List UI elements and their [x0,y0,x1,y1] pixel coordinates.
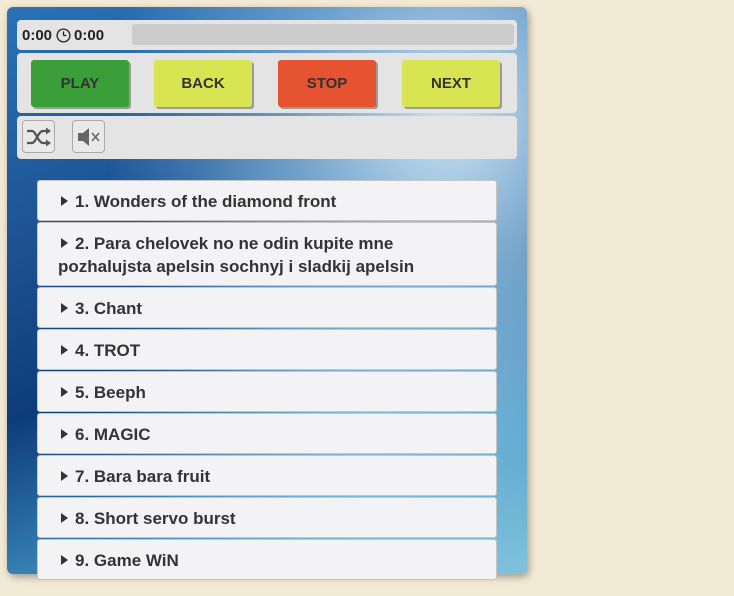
playlist-item-label: 6. MAGIC [75,425,151,444]
shuffle-icon [27,127,51,146]
playlist-item[interactable]: 8. Short servo burst [37,497,497,538]
total-time: 0:00 [74,27,105,44]
playlist-item-label: 4. TROT [75,341,141,360]
play-arrow-icon [61,345,68,355]
play-arrow-icon [61,513,68,523]
current-time: 0:00 [22,27,53,44]
mute-icon [77,127,100,146]
playlist-item-label: 5. Beeph [75,383,146,402]
playlist: 1. Wonders of the diamond front 2. Para c… [37,180,497,581]
play-arrow-icon [61,238,68,248]
playlist-item-label: 3. Chant [75,299,143,318]
playlist-item-label: 9. Game WiN [75,551,179,570]
back-button[interactable]: BACK [154,60,252,107]
play-arrow-icon [61,196,68,206]
play-arrow-icon [61,429,68,439]
play-arrow-icon [61,471,68,481]
playlist-item[interactable]: 7. Bara bara fruit [37,455,497,496]
shuffle-button[interactable] [22,120,55,153]
playlist-item-label: 7. Bara bara fruit [75,467,211,486]
play-arrow-icon [61,555,68,565]
stop-button[interactable]: STOP [278,60,376,107]
playlist-item-label: 1. Wonders of the diamond front [75,192,337,211]
clock-icon [56,28,71,43]
playlist-item-label: 8. Short servo burst [75,509,236,528]
play-arrow-icon [61,387,68,397]
time-display: 0:00 0:00 [22,27,104,44]
playlist-item-label: 2. Para chelovek no ne odin kupite mne p… [58,234,415,276]
playlist-item[interactable]: 6. MAGIC [37,413,497,454]
playlist-item[interactable]: 4. TROT [37,329,497,370]
playlist-item[interactable]: 2. Para chelovek no ne odin kupite mne p… [37,222,497,286]
mute-button[interactable] [72,120,105,153]
audio-player: 0:00 0:00 PLAY BACK STOP NEXT 1. Wonders… [7,7,527,580]
transport-controls: PLAY BACK STOP NEXT [17,53,517,113]
next-button[interactable]: NEXT [402,60,500,107]
seek-bar[interactable] [132,24,514,45]
playlist-item[interactable]: 3. Chant [37,287,497,328]
toggle-bar [17,116,517,159]
progress-panel: 0:00 0:00 [17,20,517,50]
playlist-item[interactable]: 9. Game WiN [37,539,497,580]
play-button[interactable]: PLAY [31,60,129,107]
playlist-item[interactable]: 1. Wonders of the diamond front [37,180,497,221]
playlist-item[interactable]: 5. Beeph [37,371,497,412]
play-arrow-icon [61,303,68,313]
